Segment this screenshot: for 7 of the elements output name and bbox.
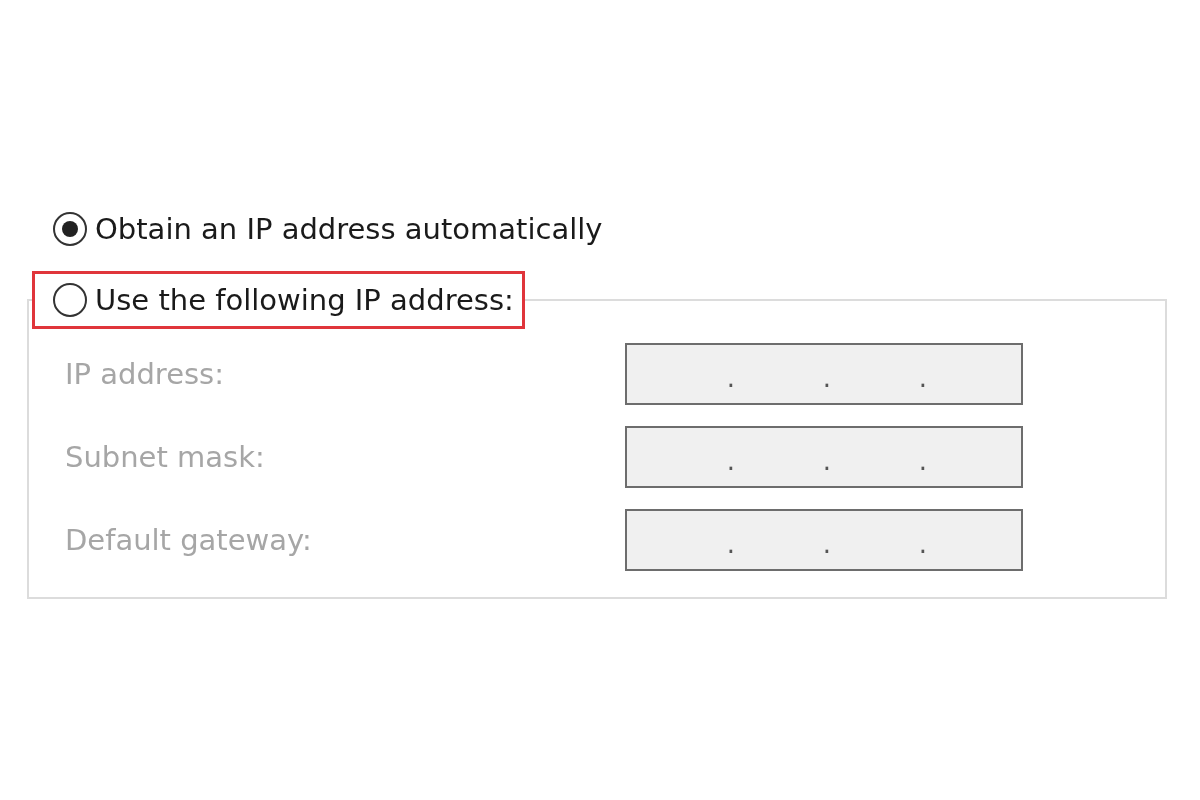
field-label: Default gateway: — [65, 523, 312, 557]
radio-option[interactable]: Use the following IP address: — [53, 283, 514, 317]
field-label: Subnet mask: — [65, 440, 265, 474]
radio-option[interactable]: Obtain an IP address automatically — [53, 212, 603, 246]
field-label: IP address: — [65, 357, 224, 391]
radio-button[interactable] — [53, 212, 87, 246]
radio-button[interactable] — [53, 283, 87, 317]
